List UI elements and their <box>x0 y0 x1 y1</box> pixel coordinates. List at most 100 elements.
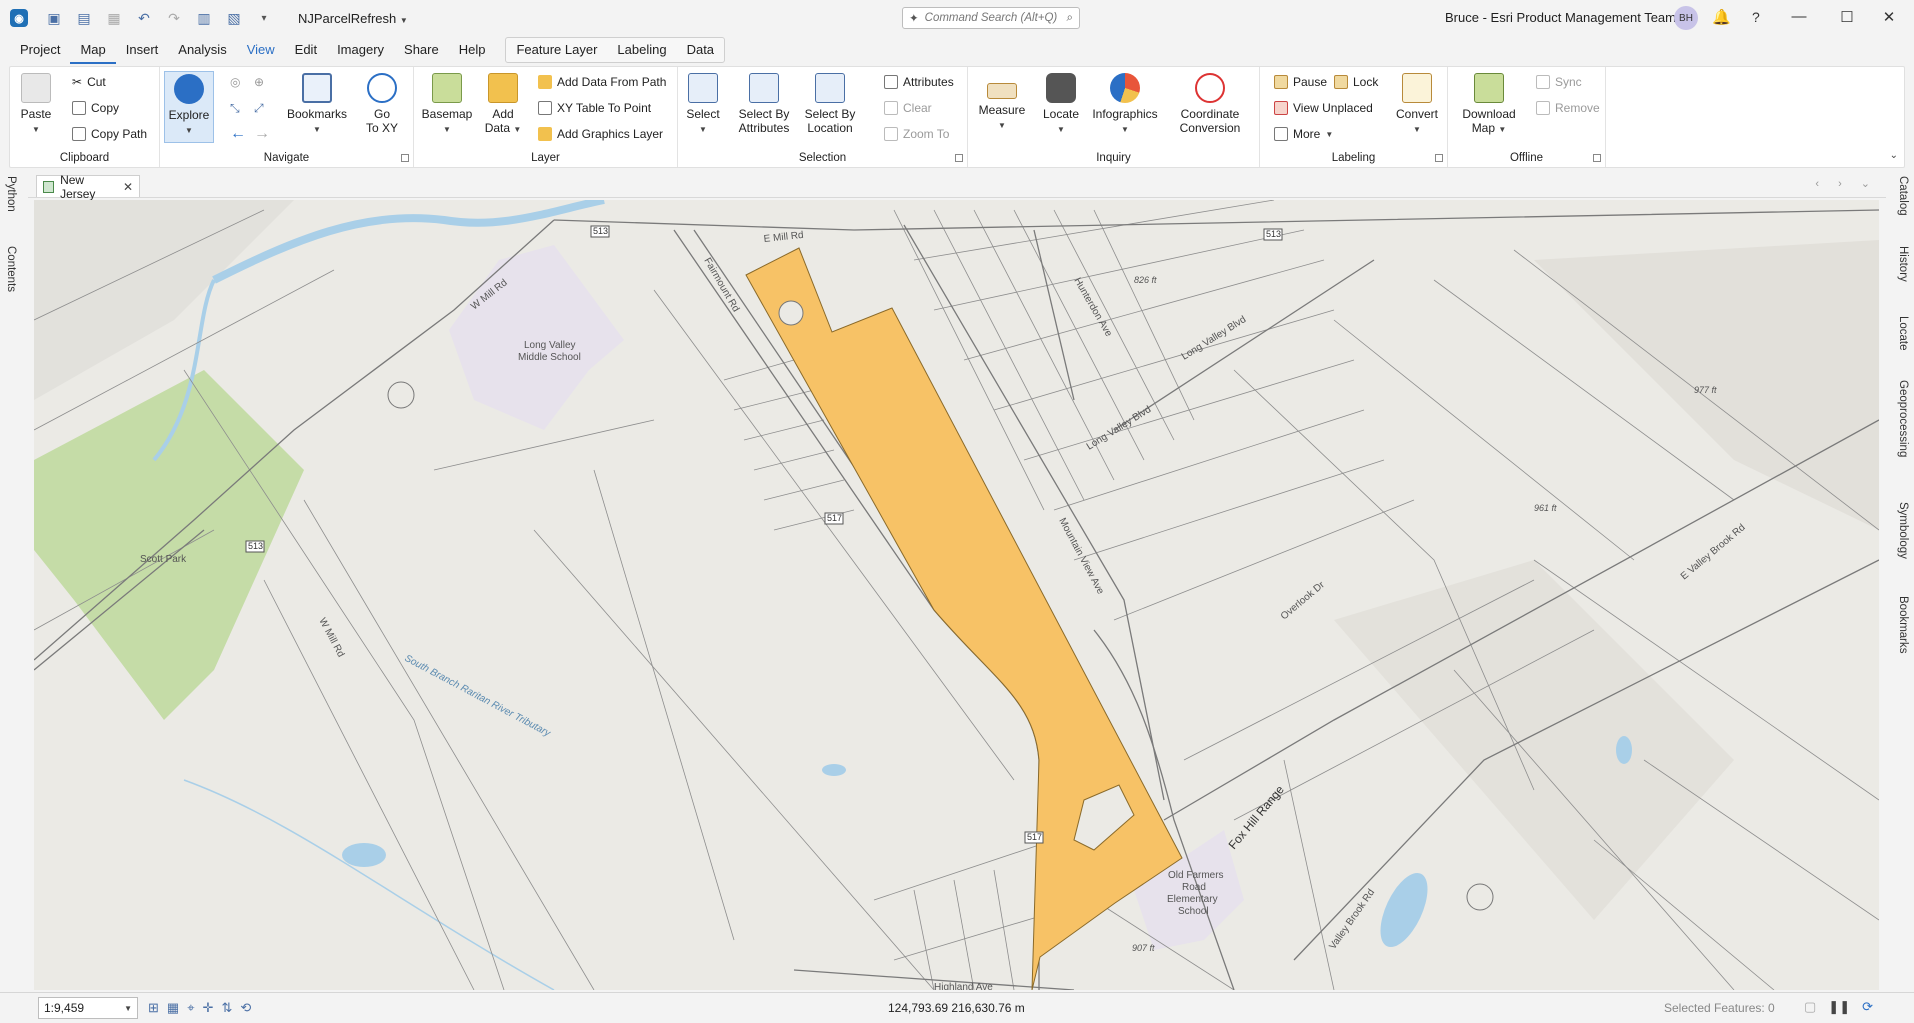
more-labeling-button[interactable]: More ▼ <box>1274 127 1333 141</box>
history-pane-tab[interactable]: History <box>1897 246 1909 282</box>
copy-button[interactable]: Copy <box>72 101 119 115</box>
grid-icon[interactable]: ▦ <box>167 1000 179 1016</box>
lock-labeling-button[interactable]: Lock <box>1334 75 1378 89</box>
tab-data[interactable]: Data <box>677 38 724 62</box>
zoom-to-selection-button[interactable]: Zoom To <box>884 127 949 141</box>
contents-pane-tab[interactable]: Contents <box>5 246 17 292</box>
map-canvas[interactable]: 513 513 513 517 517 E Mill Rd W Mill Rd … <box>34 200 1879 990</box>
save-icon[interactable]: ▦ <box>106 10 122 27</box>
selected-features-count[interactable]: Selected Features: 0 <box>1664 1001 1775 1015</box>
download-map-button[interactable]: Download Map ▼ <box>1456 73 1522 137</box>
help-button[interactable]: ? <box>1752 9 1760 25</box>
command-search-input[interactable]: ✦ Command Search (Alt+Q) ⌕ <box>902 7 1080 29</box>
tab-feature-layer[interactable]: Feature Layer <box>506 38 607 62</box>
bookmarks-button[interactable]: Bookmarks ▼ <box>284 73 350 137</box>
tab-share[interactable]: Share <box>394 36 449 64</box>
tab-labeling[interactable]: Labeling <box>607 38 676 62</box>
catalog-pane-tab[interactable]: Catalog <box>1897 176 1909 216</box>
refresh-icon[interactable]: ⟳ <box>1862 999 1873 1015</box>
view-unplaced-button[interactable]: View Unplaced <box>1274 101 1373 115</box>
collapse-ribbon-icon[interactable]: ⌄ <box>1890 150 1898 161</box>
add-data-from-path-button[interactable]: Add Data From Path <box>538 75 666 89</box>
tab-edit[interactable]: Edit <box>285 36 327 64</box>
attributes-button[interactable]: Attributes <box>884 75 954 89</box>
maximize-icon[interactable]: ☐ <box>1832 8 1862 26</box>
fixed-zoom-icon[interactable]: ⊕ <box>254 75 264 89</box>
select-by-location-button[interactable]: Select By Location <box>800 73 860 135</box>
user-name[interactable]: Bruce - Esri Product Management Team <box>1445 10 1676 25</box>
binoculars-icon <box>1046 73 1076 103</box>
new-layout-icon[interactable]: ▥ <box>196 10 212 27</box>
remove-button[interactable]: Remove <box>1536 101 1600 115</box>
tab-imagery[interactable]: Imagery <box>327 36 394 64</box>
tab-help[interactable]: Help <box>449 36 496 64</box>
python-pane-tab[interactable]: Python <box>5 176 17 212</box>
clear-icon <box>884 101 898 115</box>
close-icon[interactable]: ✕ <box>1874 8 1904 26</box>
tab-insert[interactable]: Insert <box>116 36 169 64</box>
new-project-icon[interactable]: ▣ <box>46 10 62 27</box>
locate-button[interactable]: Locate ▼ <box>1038 73 1084 137</box>
clear-selection-button[interactable]: Clear <box>884 101 932 115</box>
new-map-icon[interactable]: ▧ <box>226 10 242 27</box>
coordinate-conversion-button[interactable]: Coordinate Conversion <box>1172 73 1248 135</box>
sync-extent-icon[interactable]: ⇅ <box>221 1000 232 1016</box>
paste-button[interactable]: Paste ▼ <box>18 73 54 137</box>
measure-button[interactable]: Measure ▼ <box>974 73 1030 133</box>
zoom-in-icon[interactable]: ⤡ <box>230 101 240 116</box>
previous-extent-icon[interactable]: ← <box>230 125 246 143</box>
select-by-location-icon <box>815 73 845 103</box>
bookmarks-pane-tab[interactable]: Bookmarks <box>1897 596 1909 654</box>
geoprocessing-pane-tab[interactable]: Geoprocessing <box>1897 380 1909 457</box>
constraints-icon[interactable]: ✛ <box>203 1000 214 1016</box>
pause-labeling-button[interactable]: Pause <box>1274 75 1327 89</box>
explore-label: Explore <box>168 108 210 122</box>
avatar[interactable]: BH <box>1674 6 1698 30</box>
minimize-icon[interactable]: — <box>1784 8 1814 25</box>
navigate-launcher-icon[interactable] <box>401 154 409 162</box>
next-extent-icon[interactable]: → <box>254 125 270 143</box>
tab-map[interactable]: Map <box>70 36 116 64</box>
xy-table-to-point-button[interactable]: XY Table To Point <box>538 101 651 115</box>
notifications-bell-icon[interactable]: 🔔 <box>1712 8 1731 26</box>
tab-view[interactable]: View <box>237 36 285 64</box>
arcgis-pro-icon[interactable]: ◉ <box>10 9 28 27</box>
copy-path-button[interactable]: Copy Path <box>72 127 147 141</box>
go-to-xy-button[interactable]: Go To XY <box>360 73 404 135</box>
tab-analysis[interactable]: Analysis <box>168 36 236 64</box>
explore-button[interactable]: Explore ▼ <box>164 71 214 143</box>
selection-launcher-icon[interactable] <box>955 154 963 162</box>
offline-launcher-icon[interactable] <box>1593 154 1601 162</box>
select-by-attributes-button[interactable]: Select By Attributes <box>734 73 794 135</box>
undo-icon[interactable]: ↶ <box>136 10 152 27</box>
map-view-tab[interactable]: New Jersey ✕ <box>36 173 140 201</box>
basemap-button[interactable]: Basemap ▼ <box>420 73 474 137</box>
clear-selection-icon[interactable]: ▢ <box>1804 999 1816 1015</box>
add-graphics-layer-button[interactable]: Add Graphics Layer <box>538 127 663 141</box>
select-button[interactable]: Select ▼ <box>680 73 726 137</box>
open-project-icon[interactable]: ▤ <box>76 10 92 27</box>
zoom-out-icon[interactable]: ⤢ <box>254 101 264 116</box>
project-name[interactable]: NJParcelRefresh ▼ <box>298 11 408 26</box>
refresh-map-icon[interactable]: ⟲ <box>240 1000 251 1016</box>
full-extent-icon[interactable]: ◎ <box>230 75 240 89</box>
pause-drawing-icon[interactable]: ❚❚ <box>1828 999 1850 1015</box>
redo-icon[interactable]: ↷ <box>166 10 182 27</box>
locate-pane-tab[interactable]: Locate <box>1897 316 1909 351</box>
symbology-pane-tab[interactable]: Symbology <box>1897 502 1909 559</box>
scale-selector[interactable]: 1:9,459 ▼ <box>38 997 138 1019</box>
close-tab-icon[interactable]: ✕ <box>123 180 133 194</box>
more-label: More <box>1293 127 1321 141</box>
labeling-launcher-icon[interactable] <box>1435 154 1443 162</box>
sync-button[interactable]: Sync <box>1536 75 1582 89</box>
infographics-button[interactable]: Infographics ▼ <box>1088 73 1162 137</box>
convert-button[interactable]: Convert ▼ <box>1394 73 1440 137</box>
cut-button[interactable]: ✂ Cut <box>72 75 106 89</box>
snapping-icon[interactable]: ⌖ <box>187 1000 194 1016</box>
rotation-icon[interactable]: ⊞ <box>148 1000 159 1016</box>
customize-qat-icon[interactable]: ▾ <box>256 13 272 24</box>
tab-project[interactable]: Project <box>10 36 70 64</box>
map-view[interactable]: 513 513 513 517 517 E Mill Rd W Mill Rd … <box>34 200 1879 990</box>
add-data-button[interactable]: Add Data ▼ <box>482 73 524 137</box>
tab-navigation-arrows[interactable]: ‹ › ⌄ <box>1815 177 1878 190</box>
